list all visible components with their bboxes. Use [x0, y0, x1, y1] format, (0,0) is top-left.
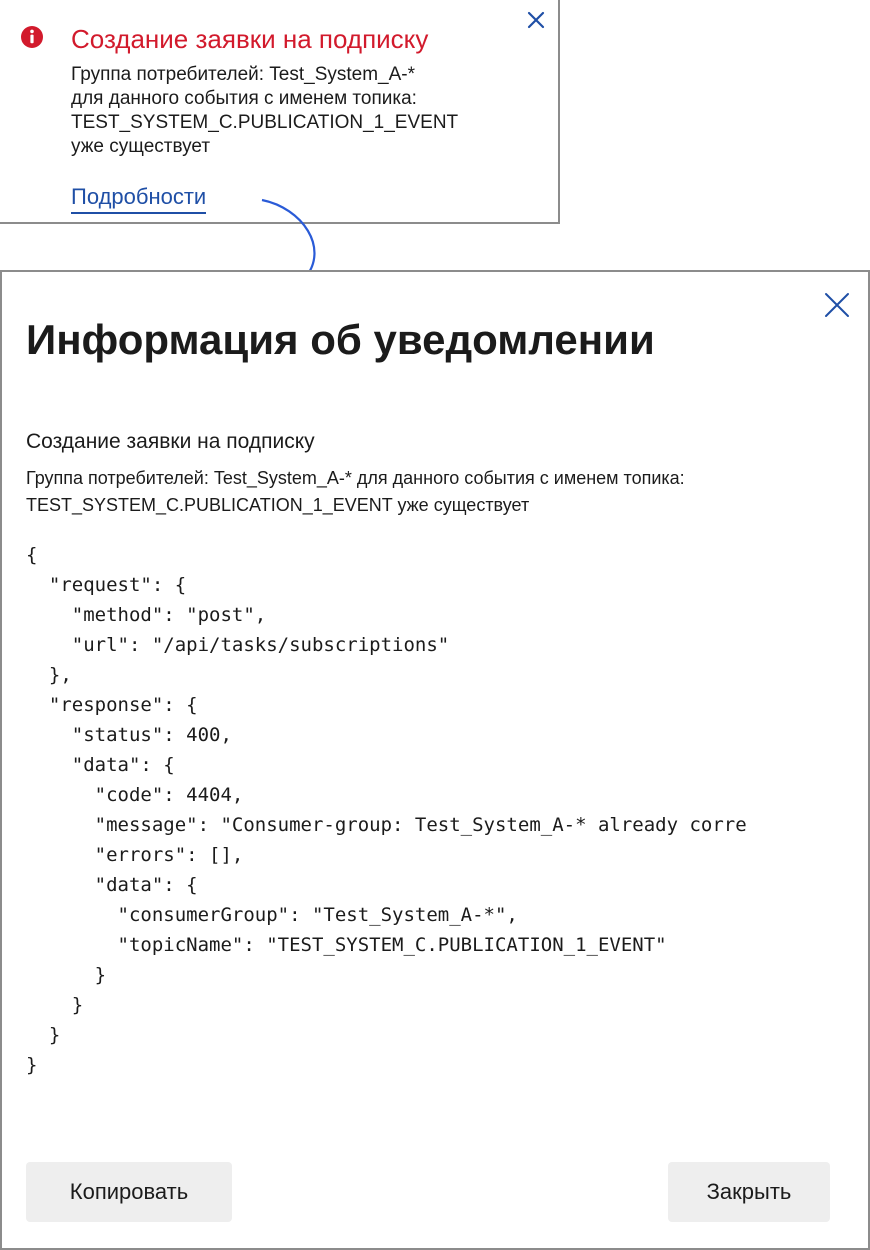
- json-line: }: [26, 1054, 38, 1076]
- dialog-title: Информация об уведомлении: [26, 316, 655, 363]
- json-line: {: [26, 544, 38, 566]
- toast-message-line: Группа потребителей: Test_System_A-*: [71, 64, 416, 85]
- json-details[interactable]: { "request": { "method": "post", "url": …: [26, 540, 834, 1100]
- dialog-description-line: TEST_SYSTEM_C.PUBLICATION_1_EVENT уже су…: [26, 495, 530, 515]
- json-line: }: [26, 994, 84, 1016]
- dialog-subtitle: Создание заявки на подписку: [26, 430, 315, 453]
- close-button[interactable]: Закрыть: [668, 1162, 830, 1222]
- json-line: "code": 4404,: [26, 784, 244, 806]
- dialog-description-line: Группа потребителей: Test_System_A-* для…: [26, 468, 685, 488]
- json-line: "response": {: [26, 694, 198, 716]
- json-line: "url": "/api/tasks/subscriptions": [26, 634, 450, 656]
- screen: Создание заявки на подписку Группа потре…: [0, 0, 870, 1250]
- json-line: "errors": [],: [26, 844, 244, 866]
- toast-message-line: для данного события с именем топика:: [71, 88, 417, 109]
- close-icon[interactable]: [526, 10, 546, 30]
- error-icon: [21, 26, 43, 48]
- toast-message-line: уже существует: [71, 136, 211, 157]
- json-line: "data": {: [26, 754, 175, 776]
- json-line: "consumerGroup": "Test_System_A-*",: [26, 904, 518, 926]
- json-line: }: [26, 1024, 61, 1046]
- json-line: "status": 400,: [26, 724, 232, 746]
- json-line: }: [26, 964, 107, 986]
- toast-message: Группа потребителей: Test_System_A-* для…: [71, 63, 541, 159]
- copy-button[interactable]: Копировать: [26, 1162, 232, 1222]
- json-line: "method": "post",: [26, 604, 267, 626]
- json-line: "topicName": "TEST_SYSTEM_C.PUBLICATION_…: [26, 934, 667, 956]
- dialog-description: Группа потребителей: Test_System_A-* для…: [26, 465, 846, 519]
- json-line: },: [26, 664, 72, 686]
- json-line: "request": {: [26, 574, 187, 596]
- notification-info-dialog: Информация об уведомлении Создание заявк…: [0, 270, 870, 1250]
- details-link[interactable]: Подробности: [71, 183, 207, 214]
- close-icon[interactable]: [824, 292, 850, 318]
- json-line: "data": {: [26, 874, 198, 896]
- toast-message-line: TEST_SYSTEM_C.PUBLICATION_1_EVENT: [71, 112, 459, 133]
- json-line: "message": "Consumer-group: Test_System_…: [26, 814, 747, 836]
- toast-title: Создание заявки на подписку: [71, 24, 429, 54]
